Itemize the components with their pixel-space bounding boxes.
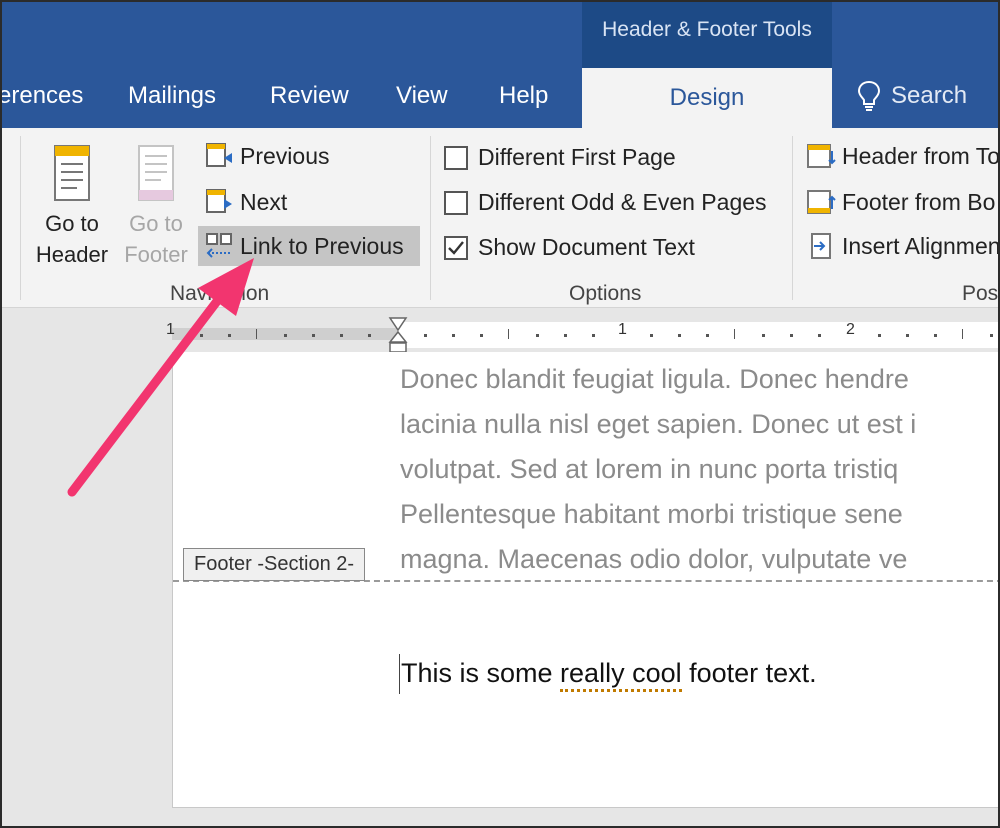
ruler-dot xyxy=(284,334,287,337)
ruler-dot xyxy=(536,334,539,337)
ruler-dot xyxy=(228,334,231,337)
text-cursor xyxy=(399,654,400,694)
tab-design-label: Design xyxy=(669,84,745,111)
footer-text-part: footer text. xyxy=(681,658,817,688)
ruler-label: 1 xyxy=(618,321,627,338)
group-divider xyxy=(792,136,793,300)
ruler-dot xyxy=(368,334,371,337)
position-group-label: Pos xyxy=(962,282,999,305)
footer-text[interactable]: This is some really cool footer text. xyxy=(401,658,817,692)
go-to-header-button[interactable]: Go to Header xyxy=(31,142,113,270)
link-to-previous-icon xyxy=(206,233,232,258)
tab-review[interactable]: Review xyxy=(270,82,349,110)
document-page[interactable]: Donec blandit feugiat ligula. Donec hend… xyxy=(172,352,998,808)
different-odd-even-checkbox[interactable] xyxy=(444,190,468,215)
tab-view[interactable]: View xyxy=(396,82,448,110)
previous-label: Previous xyxy=(240,142,330,169)
ruler-tick xyxy=(508,329,509,339)
next-section-icon xyxy=(206,189,232,213)
body-text-line: Donec blandit feugiat ligula. Donec hend… xyxy=(400,364,909,394)
show-document-text-label: Show Document Text xyxy=(478,234,695,260)
previous-button[interactable]: Previous xyxy=(198,136,335,176)
ruler-dot xyxy=(424,334,427,337)
ruler-dot xyxy=(650,334,653,337)
ruler-dot xyxy=(990,334,993,337)
header-from-top-label: Header from To xyxy=(842,142,1000,169)
navigation-group-label: Navigation xyxy=(170,282,270,305)
footer-text-part: This is some xyxy=(401,658,561,688)
ruler-dot xyxy=(340,334,343,337)
different-first-page-checkbox[interactable] xyxy=(444,145,468,170)
body-text-line: magna. Maecenas odio dolor, vulputate ve xyxy=(400,544,908,574)
horizontal-ruler[interactable]: 1 1 2 xyxy=(166,316,998,354)
alignment-tab-icon xyxy=(811,233,831,259)
header-position-icon xyxy=(807,144,836,168)
insert-alignment-tab-button[interactable]: Insert Alignmen xyxy=(800,226,1000,266)
ruler-dot xyxy=(312,334,315,337)
search-label: Search xyxy=(891,82,968,109)
show-document-text-checkbox[interactable] xyxy=(444,235,468,260)
ruler-dot xyxy=(818,334,821,337)
ruler-dot xyxy=(878,334,881,337)
ruler-dot xyxy=(790,334,793,337)
next-label: Next xyxy=(240,188,288,215)
different-odd-even-option[interactable]: Different Odd & Even Pages xyxy=(444,189,767,216)
go-to-footer-label-line1: Go to xyxy=(129,211,183,236)
go-to-footer-label-line2: Footer xyxy=(124,242,188,267)
footer-position-icon xyxy=(807,190,836,214)
link-to-previous-button[interactable]: Link to Previous xyxy=(198,226,420,266)
insert-alignment-tab-label: Insert Alignmen xyxy=(842,232,1000,259)
header-from-top-control[interactable]: Header from To xyxy=(800,136,1000,176)
group-divider xyxy=(430,136,431,300)
lightbulb-icon xyxy=(857,80,881,111)
go-to-header-label-line1: Go to xyxy=(45,211,99,236)
ruler-tick xyxy=(256,329,257,339)
tab-design[interactable]: Design xyxy=(582,68,832,130)
footer-section-tag: Footer -Section 2- xyxy=(183,548,366,581)
ruler-tick xyxy=(962,329,963,339)
different-odd-even-label: Different Odd & Even Pages xyxy=(478,189,767,215)
ruler-label: 1 xyxy=(166,321,175,338)
ruler-label: 2 xyxy=(846,321,855,338)
ruler-dot xyxy=(678,334,681,337)
previous-section-icon xyxy=(206,143,232,167)
tab-help[interactable]: Help xyxy=(499,82,548,110)
ruler-dot xyxy=(480,334,483,337)
ruler-dot xyxy=(592,334,595,337)
ruler-tick xyxy=(734,329,735,339)
go-to-footer-icon xyxy=(133,142,179,204)
group-divider xyxy=(20,136,21,300)
ruler-dot xyxy=(564,334,567,337)
ruler-text-area xyxy=(398,322,998,348)
tab-mailings[interactable]: Mailings xyxy=(128,82,216,110)
show-document-text-option[interactable]: Show Document Text xyxy=(444,234,695,261)
ruler-dot xyxy=(906,334,909,337)
ruler-dot xyxy=(706,334,709,337)
ruler-dot xyxy=(200,334,203,337)
contextual-group-label: Header & Footer Tools xyxy=(602,18,812,41)
ruler-dot xyxy=(934,334,937,337)
link-to-previous-label: Link to Previous xyxy=(240,232,404,259)
footer-from-bottom-control[interactable]: Footer from Bo xyxy=(800,182,998,222)
body-text-line: Pellentesque habitant morbi tristique se… xyxy=(400,499,903,529)
footer-from-bottom-label: Footer from Bo xyxy=(842,188,996,215)
different-first-page-option[interactable]: Different First Page xyxy=(444,144,676,171)
options-group-label: Options xyxy=(569,282,642,305)
tell-me-search[interactable]: Search xyxy=(857,80,967,112)
ruler-dot xyxy=(762,334,765,337)
word-window: Header & Footer Tools erences Mailings R… xyxy=(0,0,1000,828)
body-text-line: volutpat. Sed at lorem in nunc porta tri… xyxy=(400,454,899,484)
indent-marker-icon[interactable] xyxy=(388,316,408,354)
body-text-line: lacinia nulla nisl eget sapien. Donec ut… xyxy=(400,409,917,439)
checkmark-icon xyxy=(448,240,464,255)
ruler-dot xyxy=(452,334,455,337)
grammar-flagged-text[interactable]: really cool xyxy=(560,658,682,692)
go-to-header-icon xyxy=(49,142,95,204)
go-to-footer-button[interactable]: Go to Footer xyxy=(115,142,197,270)
tab-references[interactable]: erences xyxy=(2,82,83,110)
next-button[interactable]: Next xyxy=(198,182,293,222)
different-first-page-label: Different First Page xyxy=(478,144,676,170)
go-to-header-label-line2: Header xyxy=(35,242,109,267)
